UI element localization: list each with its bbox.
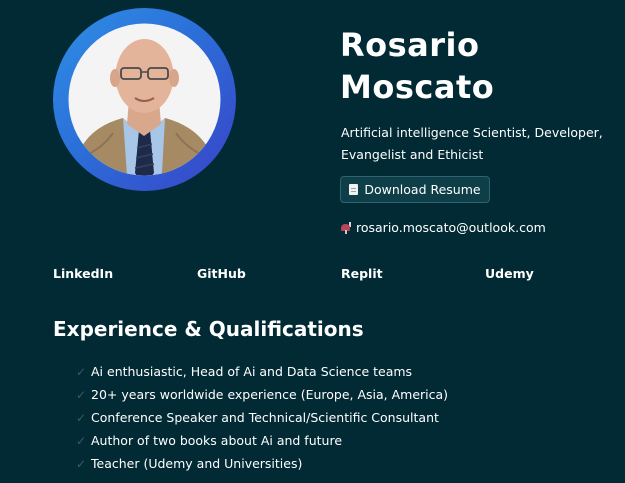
qualification-text: Conference Speaker and Technical/Scienti… — [91, 410, 439, 425]
link-linkedin[interactable]: LinkedIn — [53, 266, 113, 281]
mailbox-icon — [341, 221, 353, 234]
link-github[interactable]: GitHub — [197, 266, 246, 281]
profile-name: Rosario Moscato — [340, 24, 494, 108]
download-resume-label: Download Resume — [364, 182, 481, 197]
email-address: rosario.moscato@outlook.com — [356, 220, 546, 235]
name-line-2: Moscato — [340, 68, 495, 106]
check-icon: ✓ — [75, 456, 87, 471]
avatar — [68, 23, 221, 176]
document-icon — [349, 184, 359, 195]
qualification-text: Ai enthusiastic, Head of Ai and Data Sci… — [91, 364, 413, 379]
list-item: ✓ 20+ years worldwide experience (Europe,… — [75, 383, 448, 406]
qualification-text: Teacher (Udemy and Universities) — [91, 456, 303, 471]
list-item: ✓ Conference Speaker and Technical/Scient… — [75, 406, 448, 429]
download-resume-button[interactable]: Download Resume — [340, 176, 490, 203]
list-item: ✓ Teacher (Udemy and Universities) — [75, 452, 448, 475]
check-icon: ✓ — [75, 433, 87, 448]
profile-tagline: Artificial intelligence Scientist, Devel… — [341, 125, 603, 162]
list-item: ✓ Author of two books about Ai and future — [75, 429, 448, 452]
check-icon: ✓ — [75, 364, 87, 379]
check-icon: ✓ — [75, 387, 87, 402]
list-item: ✓ Ai enthusiastic, Head of Ai and Data Sc… — [75, 360, 448, 383]
qualifications-list: ✓ Ai enthusiastic, Head of Ai and Data Sc… — [75, 360, 448, 475]
qualification-text: Author of two books about Ai and future — [91, 433, 343, 448]
email-link[interactable]: rosario.moscato@outlook.com — [341, 220, 546, 235]
name-line-1: Rosario — [340, 26, 480, 64]
qualification-text: 20+ years worldwide experience (Europe, … — [91, 387, 449, 402]
link-replit[interactable]: Replit — [341, 266, 383, 281]
avatar-ring — [53, 8, 236, 191]
experience-title: Experience & Qualifications — [53, 317, 364, 341]
check-icon: ✓ — [75, 410, 87, 425]
social-links: LinkedIn GitHub Replit Udemy — [53, 266, 613, 284]
link-udemy[interactable]: Udemy — [485, 266, 534, 281]
